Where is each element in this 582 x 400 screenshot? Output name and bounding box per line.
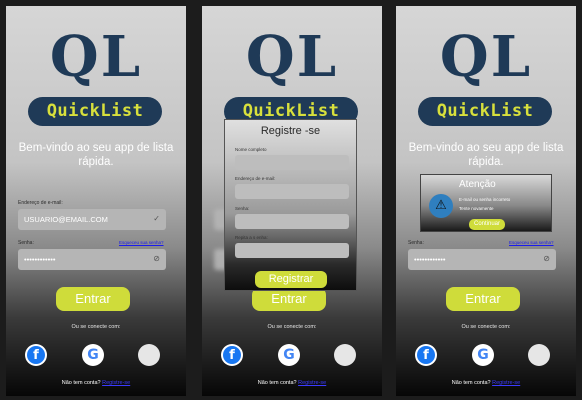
name-field[interactable] — [235, 155, 349, 170]
facebook-button[interactable]: f — [25, 344, 47, 366]
password-label: Senha: — [408, 240, 424, 246]
no-account-line: Não tem conta? Registre-se — [6, 380, 186, 386]
error-screen: QL QuickList Bem-vindo ao seu app de lis… — [396, 6, 576, 396]
register-button[interactable]: Registrar — [255, 271, 327, 288]
enter-button[interactable]: Entrar — [56, 287, 130, 311]
forgot-password-link[interactable]: Esqueceu sua senha? — [119, 240, 164, 245]
app-logo-pill: QuickList — [28, 97, 162, 126]
facebook-button[interactable]: f — [415, 344, 437, 366]
register-modal: Registre -se Nome completo Endereço de e… — [224, 119, 357, 291]
app-logo-name: QuickList — [436, 101, 534, 121]
google-icon[interactable]: G — [278, 344, 300, 366]
no-account-text: Não tem conta? — [61, 380, 101, 386]
continue-button[interactable]: Continuar — [469, 219, 505, 230]
email-field[interactable]: USUARIO@EMAIL.COM ✓ — [18, 209, 166, 230]
forgot-password-link[interactable]: Esqueceu sua senha? — [509, 240, 554, 245]
no-account-line: Não tem conta? Registre-se — [396, 380, 576, 386]
eye-off-icon[interactable]: ⊘ — [153, 254, 160, 263]
email-field[interactable] — [235, 184, 349, 199]
enter-button[interactable]: Entrar — [446, 287, 520, 311]
app-logo-name: QuickList — [46, 101, 144, 121]
app-logo-name: QuickList — [242, 101, 340, 121]
facebook-icon: f — [417, 346, 435, 364]
welcome-message: Bem-vindo ao seu app de lista rápida. — [408, 142, 564, 168]
google-icon[interactable]: G — [82, 344, 104, 366]
repeat-password-label: Repita a s enha: — [235, 235, 268, 240]
check-icon: ✓ — [153, 214, 160, 223]
repeat-password-field[interactable] — [235, 243, 349, 258]
password-label: Senha: — [18, 240, 34, 246]
register-screen: QL QuickList Entrar Ou se conecte com: f… — [202, 6, 382, 396]
alert-modal: Atenção ⚠ E-mail ou senha incorreto Tent… — [420, 174, 552, 232]
register-title: Registre -se — [260, 125, 321, 137]
apple-icon[interactable] — [334, 344, 356, 366]
connect-with-text: Ou se conecte com: — [267, 324, 317, 330]
no-account-line: Não tem conta? Registre-se — [202, 380, 382, 386]
apple-icon[interactable] — [528, 344, 550, 366]
warning-icon: ⚠ — [429, 194, 453, 218]
connect-with-text: Ou se conecte com: — [461, 324, 511, 330]
name-label: Nome completo — [235, 147, 267, 152]
connect-with-text: Ou se conecte com: — [71, 324, 121, 330]
welcome-message: Bem-vindo ao seu app de lista rápida. — [18, 142, 174, 168]
app-logo-mark: QL — [245, 24, 339, 90]
password-value: •••••••••••• — [24, 255, 56, 264]
email-label: Endereço de e-mail: — [235, 176, 276, 181]
login-screen: QL QuickList Bem-vindo ao seu app de lis… — [6, 6, 186, 396]
eye-off-icon[interactable]: ⊘ — [543, 254, 550, 263]
facebook-button[interactable]: f — [221, 344, 243, 366]
app-logo-mark: QL — [439, 24, 533, 90]
facebook-icon: f — [27, 346, 45, 364]
email-label: Endereço de e-mail: — [18, 200, 63, 206]
password-field[interactable]: •••••••••••• ⊘ — [18, 249, 166, 270]
app-logo-pill: QuickList — [418, 97, 552, 126]
app-logo-mark: QL — [49, 24, 143, 90]
password-label: Senha: — [235, 206, 250, 211]
register-link[interactable]: Registre-se — [298, 380, 326, 386]
register-link[interactable]: Registre-se — [102, 380, 130, 386]
register-link[interactable]: Registre-se — [492, 380, 520, 386]
email-value: USUARIO@EMAIL.COM — [24, 215, 108, 224]
google-icon[interactable]: G — [472, 344, 494, 366]
password-field[interactable]: •••••••••••• ⊘ — [408, 249, 556, 270]
password-field[interactable] — [235, 214, 349, 229]
alert-retry-text: Tente novamente — [459, 206, 494, 211]
apple-icon[interactable] — [138, 344, 160, 366]
no-account-text: Não tem conta? — [451, 380, 491, 386]
alert-title: Atenção — [459, 179, 496, 190]
facebook-icon: f — [223, 346, 241, 364]
password-value: •••••••••••• — [414, 255, 446, 264]
no-account-text: Não tem conta? — [257, 380, 297, 386]
alert-message: E-mail ou senha incorreto — [459, 197, 511, 202]
